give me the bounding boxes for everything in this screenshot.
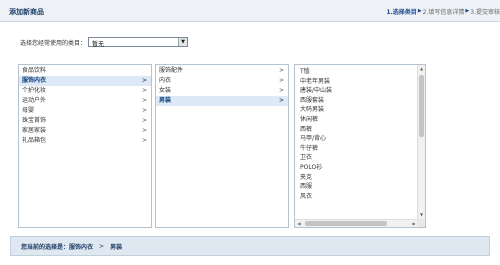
category-item[interactable]: 牛仔裤 [295, 144, 425, 154]
step-indicator: 1.选择类目 ▶ 2.填写信息详情 ▶ 3.提交审核 [386, 6, 500, 16]
category-item[interactable]: 家居家装 > [19, 126, 151, 136]
step-arrow-icon: ▶ [417, 8, 422, 14]
breadcrumb-level2: 男装 [110, 243, 123, 251]
category-level1-list: 食品饮料 服饰内衣 > 个护化妆 > 运动户外 > 母婴 > 珠宝首饰 > 家居家装 > 礼… [18, 64, 152, 228]
current-selection-label: 您当前的选择是： [21, 243, 70, 251]
category-item[interactable]: 马甲/背心 [295, 134, 425, 144]
vertical-scrollbar[interactable]: ▲ ▼ [417, 65, 425, 219]
category-item[interactable]: 中老年男装 [295, 77, 425, 87]
category-level3-items: T恤 中老年男装 唐装/中山装 西服套装 大码男装 休闲裤 西裤 马甲/背心 牛… [295, 65, 425, 201]
chevron-right-icon: > [141, 97, 147, 104]
recent-category-value: 暂无 [92, 41, 105, 48]
category-item[interactable]: POLO衫 [295, 163, 425, 173]
page-title: 添加新商品 [9, 8, 44, 16]
scroll-left-icon[interactable]: ◀ [295, 220, 303, 227]
category-item[interactable]: 食品饮料 [19, 66, 151, 76]
category-item[interactable]: T恤 [295, 67, 425, 77]
category-item[interactable]: 个护化妆 > [19, 86, 151, 96]
current-selection-bar: 您当前的选择是： 服饰内衣 > 男装 [10, 236, 490, 256]
chevron-right-icon: > [278, 67, 284, 74]
recent-category-label: 选择您经常使用的类目： [20, 39, 87, 47]
category-item[interactable]: 夹克 [295, 173, 425, 183]
category-item[interactable]: 运动户外 > [19, 96, 151, 106]
chevron-right-icon: > [141, 117, 147, 124]
recent-category-row: 选择您经常使用的类目： 暂无 ▼ [20, 37, 189, 48]
category-level3-list: T恤 中老年男装 唐装/中山装 西服套装 大码男装 休闲裤 西裤 马甲/背心 牛… [294, 64, 426, 228]
category-item[interactable]: 西服套装 [295, 96, 425, 106]
category-item[interactable]: 服饰配件 > [156, 66, 288, 76]
category-item[interactable]: 珠宝首饰 > [19, 116, 151, 126]
category-item[interactable]: 母婴 > [19, 106, 151, 116]
step-arrow-icon: ▶ [465, 8, 470, 14]
breadcrumb-level1: 服饰内衣 [69, 243, 94, 251]
category-item[interactable]: 休闲裤 [295, 115, 425, 125]
chevron-right-icon: > [141, 77, 147, 84]
chevron-right-icon: > [141, 87, 147, 94]
scrollbar-thumb[interactable] [305, 221, 387, 226]
scrollbar-corner [417, 219, 425, 227]
horizontal-scrollbar[interactable]: ◀ ▶ [295, 219, 418, 227]
chevron-right-icon: > [278, 87, 284, 94]
category-item[interactable]: 服饰内衣 > [19, 76, 151, 86]
category-item[interactable]: 男装 > [156, 96, 288, 106]
chevron-right-icon: > [141, 137, 147, 144]
chevron-right-icon: > [141, 107, 147, 114]
category-item[interactable]: 女装 > [156, 86, 288, 96]
scroll-down-icon[interactable]: ▼ [418, 211, 425, 219]
step-submit-review: 3.提交审核 [470, 8, 500, 16]
category-level2-list: 服饰配件 > 内衣 > 女装 > 男装 > [155, 64, 289, 228]
category-item[interactable]: 唐装/中山装 [295, 86, 425, 96]
page-header: 添加新商品 1.选择类目 ▶ 2.填写信息详情 ▶ 3.提交审核 [0, 0, 500, 22]
category-item[interactable]: 卫衣 [295, 153, 425, 163]
chevron-right-icon: > [141, 127, 147, 134]
category-item[interactable]: 礼品箱包 > [19, 136, 151, 146]
category-item[interactable]: 大码男装 [295, 105, 425, 115]
step-fill-details: 2.填写信息详情 [422, 8, 465, 16]
category-item[interactable]: 内衣 > [156, 76, 288, 86]
chevron-right-icon: > [278, 77, 284, 84]
category-item[interactable]: 风衣 [295, 192, 425, 202]
step-select-category: 1.选择类目 [386, 8, 417, 16]
recent-category-select[interactable]: 暂无 ▼ [88, 37, 189, 48]
chevron-right-icon: > [278, 97, 284, 104]
chevron-down-icon[interactable]: ▼ [178, 38, 188, 46]
scrollbar-thumb[interactable] [419, 75, 424, 137]
breadcrumb-separator: > [99, 242, 105, 250]
category-item[interactable]: 西裤 [295, 125, 425, 135]
scroll-up-icon[interactable]: ▲ [418, 65, 425, 73]
category-item[interactable]: 西服 [295, 182, 425, 192]
